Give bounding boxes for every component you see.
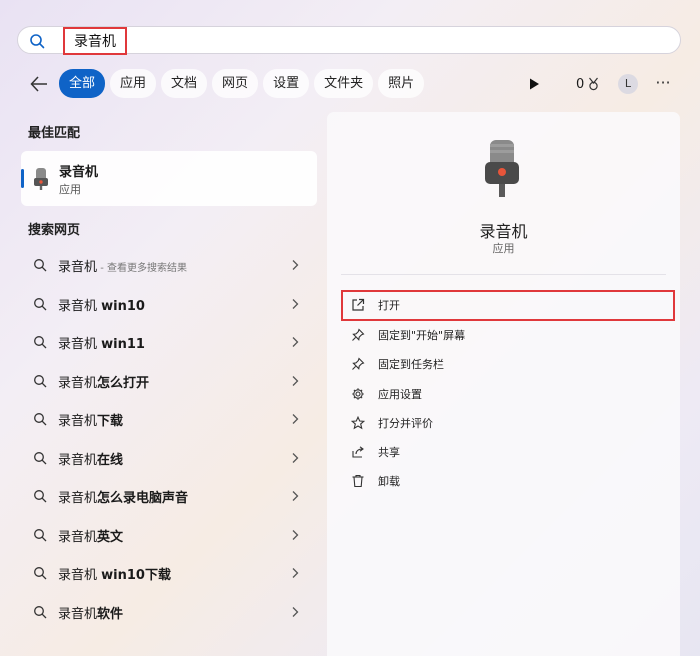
rewards-points[interactable]: 0 [576, 73, 600, 95]
web-result-label: 录音机 win10 [58, 298, 145, 314]
pin-icon [352, 328, 365, 341]
chevron-right-icon [292, 606, 299, 617]
action-list: 打开 固定到"开始"屏幕 固定到任务栏 应用设置 打分并评价 共享 卸载 [341, 290, 675, 497]
points-value: 0 [576, 76, 585, 92]
open-external-icon [352, 298, 365, 311]
web-result-item[interactable]: 录音机软件 [21, 592, 317, 631]
pin-to-taskbar-button[interactable]: 固定到任务栏 [341, 350, 675, 379]
web-result-item[interactable]: 录音机怎么录电脑声音 [21, 476, 317, 515]
gear-icon [352, 387, 364, 400]
best-match-name: 录音机 [59, 165, 99, 180]
medal-icon [589, 77, 599, 91]
tab-settings[interactable]: 设置 [263, 69, 310, 98]
web-result-label: 录音机 win11 [58, 337, 145, 352]
app-settings-label: 应用设置 [378, 387, 422, 401]
search-icon [34, 528, 47, 541]
web-result-item[interactable]: 录音机英文 [21, 515, 317, 554]
share-icon [352, 446, 364, 458]
open-button[interactable]: 打开 [341, 290, 675, 321]
web-result-item[interactable]: 录音机在线 [21, 438, 317, 477]
play-icon[interactable] [527, 77, 541, 91]
detail-app-type: 应用 [492, 242, 515, 255]
best-match-heading: 最佳匹配 [28, 126, 81, 141]
trash-icon [352, 475, 364, 488]
web-result-label: 录音机 win10下载 [58, 568, 171, 583]
uninstall-button[interactable]: 卸载 [341, 467, 675, 496]
voice-recorder-app-icon [34, 168, 48, 190]
pin-icon [352, 357, 365, 371]
tab-folders[interactable]: 文件夹 [314, 69, 374, 98]
web-result-label: 录音机在线 [58, 452, 124, 468]
web-result-label: 录音机 - 查看更多搜索结果 [58, 260, 187, 275]
chevron-right-icon [292, 452, 299, 463]
search-icon [34, 605, 47, 618]
web-result-item[interactable]: 录音机怎么打开 [21, 361, 317, 400]
web-result-item[interactable]: 录音机 - 查看更多搜索结果 [21, 245, 317, 284]
tab-photos[interactable]: 照片 [378, 69, 425, 98]
avatar[interactable]: L [618, 74, 638, 94]
search-icon [34, 374, 47, 387]
star-icon [351, 415, 365, 430]
detail-app-name: 录音机 [479, 222, 528, 241]
web-result-item[interactable]: 录音机下载 [21, 399, 317, 438]
search-icon [34, 567, 47, 580]
web-results-list: 录音机 - 查看更多搜索结果 录音机 win10 录音机 win11 录音机怎么… [21, 245, 317, 630]
rate-review-label: 打分并评价 [378, 416, 433, 430]
search-icon [34, 336, 47, 349]
search-icon [34, 297, 47, 310]
open-label: 打开 [378, 299, 400, 312]
back-arrow-icon[interactable] [28, 73, 50, 95]
best-match-item[interactable]: 录音机 应用 [21, 151, 317, 206]
search-icon [34, 259, 47, 272]
chevron-right-icon [292, 298, 299, 309]
share-label: 共享 [378, 446, 400, 460]
web-result-item[interactable]: 录音机 win11 [21, 322, 317, 361]
web-result-item[interactable]: 录音机 win10 [21, 284, 317, 323]
uninstall-label: 卸载 [378, 475, 400, 489]
chevron-right-icon [292, 414, 299, 424]
pin-to-start-label: 固定到"开始"屏幕 [378, 329, 466, 342]
web-result-label: 录音机下载 [58, 414, 124, 429]
filter-chips: 全部 应用 文档 网页 设置 文件夹 照片 [59, 69, 425, 98]
web-result-label: 录音机怎么打开 [58, 375, 150, 391]
web-result-item[interactable]: 录音机 win10下载 [21, 553, 317, 592]
chevron-right-icon [292, 568, 299, 578]
share-button[interactable]: 共享 [341, 438, 675, 467]
chevron-right-icon [292, 375, 299, 386]
chevron-right-icon [292, 529, 299, 540]
web-result-label: 录音机英文 [58, 529, 124, 545]
tab-documents[interactable]: 文档 [161, 69, 208, 98]
web-result-label: 录音机软件 [58, 606, 124, 622]
pin-to-start-button[interactable]: 固定到"开始"屏幕 [341, 321, 675, 350]
more-options-button[interactable]: ··· [653, 74, 673, 94]
tab-web[interactable]: 网页 [212, 69, 259, 98]
rate-review-button[interactable]: 打分并评价 [341, 409, 675, 438]
search-bar[interactable]: 录音机 [17, 26, 681, 55]
selection-indicator [21, 169, 24, 188]
chevron-right-icon [292, 337, 299, 347]
search-icon [34, 451, 47, 464]
chevron-right-icon [292, 491, 299, 501]
web-result-label: 录音机怎么录电脑声音 [58, 491, 189, 506]
best-match-type: 应用 [59, 183, 81, 196]
voice-recorder-app-icon [485, 140, 519, 197]
tab-all[interactable]: 全部 [59, 69, 106, 98]
detail-panel: 录音机 应用 打开 固定到"开始"屏幕 固定到任务栏 应用设置 打分并评价 共享 [327, 112, 680, 656]
search-input[interactable]: 录音机 [63, 27, 127, 55]
web-search-heading: 搜索网页 [28, 223, 81, 238]
pin-to-taskbar-label: 固定到任务栏 [378, 358, 444, 372]
search-icon [34, 490, 47, 503]
search-icon [34, 413, 47, 426]
chevron-right-icon [292, 260, 299, 270]
divider [341, 274, 666, 275]
search-icon [30, 34, 45, 49]
tab-apps[interactable]: 应用 [110, 69, 157, 98]
app-settings-button[interactable]: 应用设置 [341, 380, 675, 409]
